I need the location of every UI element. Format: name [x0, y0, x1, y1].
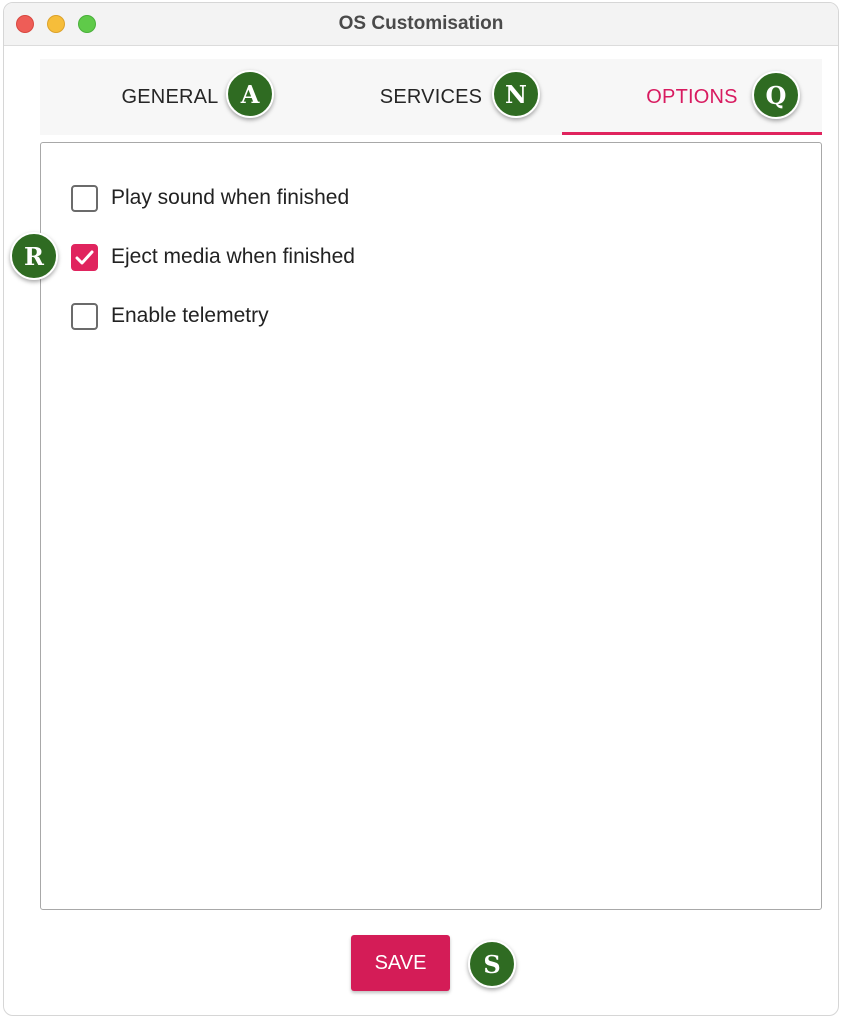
- marker-options: Q: [752, 71, 800, 119]
- enable-telemetry-label: Enable telemetry: [111, 304, 269, 327]
- marker-eject: R: [10, 232, 58, 280]
- tab-bar: GENERAL SERVICES OPTIONS: [40, 59, 822, 135]
- option-play-sound[interactable]: Play sound when finished: [71, 183, 349, 213]
- options-panel: Play sound when finished Eject media whe…: [40, 142, 822, 910]
- window-title: OS Customisation: [338, 13, 504, 34]
- marker-save: S: [468, 940, 516, 988]
- marker-services: N: [492, 70, 540, 118]
- eject-media-label: Eject media when finished: [111, 245, 355, 268]
- save-button[interactable]: SAVE: [351, 935, 450, 991]
- title-bar: OS Customisation: [4, 3, 838, 46]
- marker-general: A: [226, 70, 274, 118]
- play-sound-checkbox[interactable]: [71, 184, 98, 212]
- option-enable-telemetry[interactable]: Enable telemetry: [71, 301, 269, 331]
- enable-telemetry-checkbox[interactable]: [71, 302, 98, 330]
- active-tab-indicator: [562, 132, 822, 135]
- option-eject-media[interactable]: Eject media when finished: [71, 242, 355, 272]
- checkmark-icon: [75, 250, 94, 264]
- eject-media-checkbox[interactable]: [71, 243, 98, 271]
- play-sound-label: Play sound when finished: [111, 186, 350, 209]
